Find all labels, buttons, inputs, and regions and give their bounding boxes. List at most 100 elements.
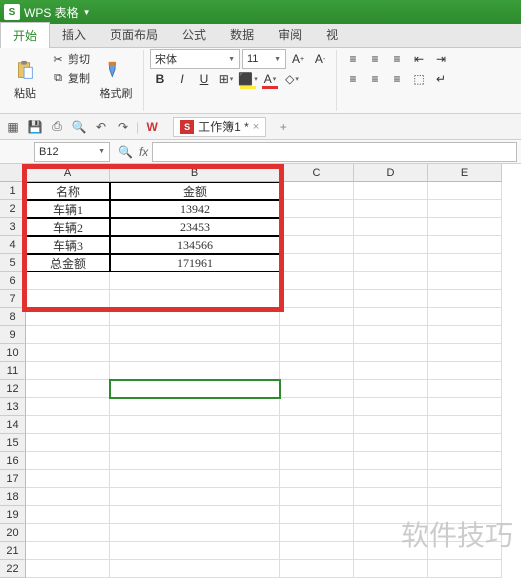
row-header-19[interactable]: 19 [0,506,26,524]
cell-C2[interactable] [280,200,354,218]
row-header-9[interactable]: 9 [0,326,26,344]
search-icon[interactable]: 🔍 [118,145,133,159]
menu-tab-5[interactable]: 审阅 [266,22,314,47]
cell-B8[interactable] [110,308,280,326]
cell-E3[interactable] [428,218,502,236]
decrease-font-button[interactable]: A- [310,49,330,69]
cell-A2[interactable]: 车辆1 [26,200,110,218]
cell-E18[interactable] [428,488,502,506]
cell-E15[interactable] [428,434,502,452]
paste-button[interactable]: 粘贴 [4,50,46,110]
cell-C8[interactable] [280,308,354,326]
row-header-13[interactable]: 13 [0,398,26,416]
cell-B6[interactable] [110,272,280,290]
qa-new-icon[interactable]: ▦ [4,118,22,136]
cell-B4[interactable]: 134566 [110,236,280,254]
cell-C11[interactable] [280,362,354,380]
col-header-E[interactable]: E [428,164,502,182]
cell-C5[interactable] [280,254,354,272]
menu-tab-1[interactable]: 插入 [50,22,98,47]
cell-E2[interactable] [428,200,502,218]
underline-button[interactable]: U [194,69,214,89]
cell-A8[interactable] [26,308,110,326]
row-header-7[interactable]: 7 [0,290,26,308]
font-color-button[interactable]: A ▾ [260,69,280,89]
cell-B21[interactable] [110,542,280,560]
qa-wps-icon[interactable]: W [143,118,161,136]
row-header-4[interactable]: 4 [0,236,26,254]
qa-save-icon[interactable]: 💾 [26,118,44,136]
cell-B11[interactable] [110,362,280,380]
cell-E8[interactable] [428,308,502,326]
cell-E5[interactable] [428,254,502,272]
cell-B9[interactable] [110,326,280,344]
cell-D9[interactable] [354,326,428,344]
cell-B22[interactable] [110,560,280,578]
close-tab-icon[interactable]: × [253,121,259,133]
cell-A18[interactable] [26,488,110,506]
cell-B5[interactable]: 171961 [110,254,280,272]
cell-D7[interactable] [354,290,428,308]
row-header-18[interactable]: 18 [0,488,26,506]
cell-A22[interactable] [26,560,110,578]
titlebar-dropdown-icon[interactable]: ▼ [83,8,91,17]
fill-color-button[interactable]: ⬛ ▾ [238,69,258,89]
align-center-button[interactable]: ≡ [365,69,385,89]
cell-D4[interactable] [354,236,428,254]
cell-B16[interactable] [110,452,280,470]
cell-C22[interactable] [280,560,354,578]
name-box[interactable]: B12 ▼ [34,142,110,162]
cell-C13[interactable] [280,398,354,416]
fx-icon[interactable]: fx [139,145,148,159]
cell-A6[interactable] [26,272,110,290]
row-header-17[interactable]: 17 [0,470,26,488]
copy-button[interactable]: ⧉ 复制 [48,69,93,87]
indent-dec-button[interactable]: ⇤ [409,49,429,69]
align-bottom-button[interactable]: ≡ [387,49,407,69]
align-right-button[interactable]: ≡ [387,69,407,89]
cell-B19[interactable] [110,506,280,524]
row-header-22[interactable]: 22 [0,560,26,578]
italic-button[interactable]: I [172,69,192,89]
cell-D3[interactable] [354,218,428,236]
cell-E4[interactable] [428,236,502,254]
cell-A14[interactable] [26,416,110,434]
cell-C1[interactable] [280,182,354,200]
cell-A21[interactable] [26,542,110,560]
cell-E10[interactable] [428,344,502,362]
cell-B20[interactable] [110,524,280,542]
cell-E7[interactable] [428,290,502,308]
formula-input[interactable] [152,142,517,162]
cell-A7[interactable] [26,290,110,308]
cell-D13[interactable] [354,398,428,416]
cell-D17[interactable] [354,470,428,488]
cell-D21[interactable] [354,542,428,560]
cell-C19[interactable] [280,506,354,524]
row-header-11[interactable]: 11 [0,362,26,380]
menu-tab-4[interactable]: 数据 [218,22,266,47]
cell-E13[interactable] [428,398,502,416]
cell-A11[interactable] [26,362,110,380]
cell-D20[interactable] [354,524,428,542]
cell-E19[interactable] [428,506,502,524]
col-header-D[interactable]: D [354,164,428,182]
cut-button[interactable]: ✂ 剪切 [48,50,93,68]
cell-C21[interactable] [280,542,354,560]
cell-B17[interactable] [110,470,280,488]
cell-A12[interactable] [26,380,110,398]
cell-E9[interactable] [428,326,502,344]
menu-tab-0[interactable]: 开始 [0,22,50,48]
row-header-10[interactable]: 10 [0,344,26,362]
cell-D14[interactable] [354,416,428,434]
menu-tab-3[interactable]: 公式 [170,22,218,47]
cell-A19[interactable] [26,506,110,524]
cell-B15[interactable] [110,434,280,452]
cell-D8[interactable] [354,308,428,326]
increase-font-button[interactable]: A+ [288,49,308,69]
menu-tab-6[interactable]: 视 [314,22,350,47]
row-header-1[interactable]: 1 [0,182,26,200]
new-tab-button[interactable]: + [274,118,292,136]
row-header-20[interactable]: 20 [0,524,26,542]
qa-redo-icon[interactable]: ↷ [114,118,132,136]
cell-D22[interactable] [354,560,428,578]
